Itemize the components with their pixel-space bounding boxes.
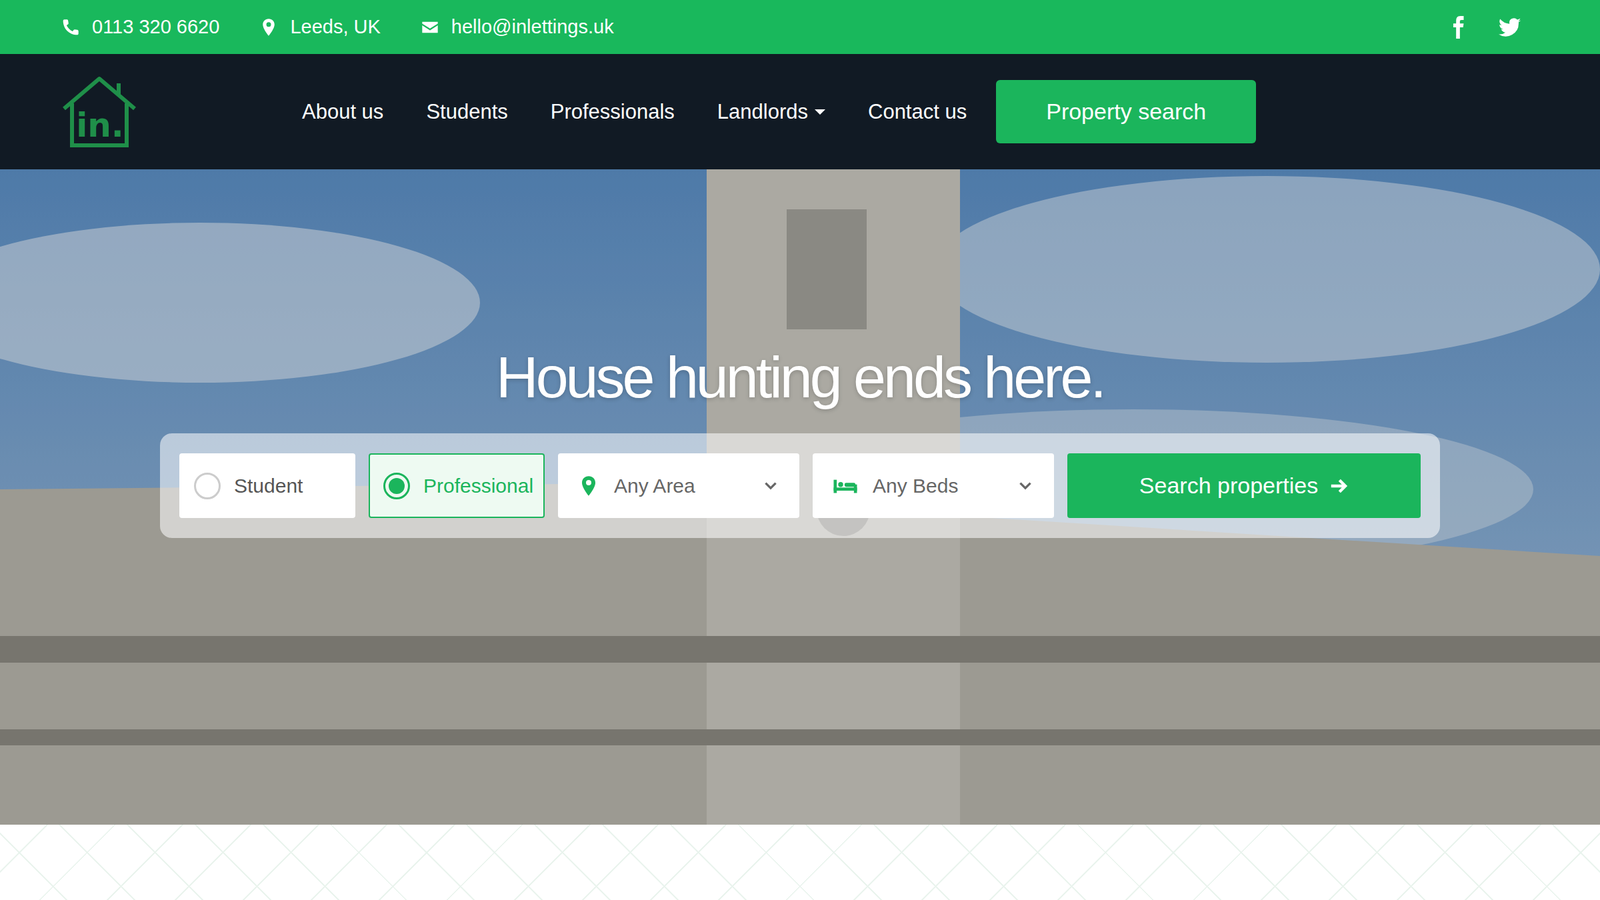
- contact-item[interactable]: 0113 320 6620: [61, 16, 220, 38]
- search-panel: Student Professional Any Area Any Beds Searc…: [160, 433, 1440, 538]
- contact-text: 0113 320 6620: [92, 16, 220, 38]
- area-select[interactable]: Any Area: [558, 453, 800, 518]
- page: 0113 320 6620 Leeds, UK hello@inlettings.u…: [0, 0, 1600, 900]
- location-pin-icon: [259, 18, 278, 37]
- hero: House hunting ends here. Student Professio…: [0, 169, 1600, 825]
- phone-icon: [61, 18, 80, 37]
- property-search-button[interactable]: Property search: [996, 80, 1256, 144]
- nav-bar: in. About us Students Professionals Landlord…: [0, 54, 1600, 170]
- chevron-down-icon: [762, 477, 780, 495]
- search-button-label: Search properties: [1139, 472, 1318, 499]
- search-properties-button[interactable]: Search properties: [1067, 453, 1421, 518]
- beds-value: Any Beds: [872, 474, 1002, 498]
- nav-link[interactable]: Contact us: [868, 100, 967, 124]
- radio-circle: [383, 472, 410, 500]
- bed-icon: [832, 476, 858, 496]
- social-links: [1446, 16, 1522, 39]
- tenant-type-radio[interactable]: Professional: [368, 453, 545, 518]
- svg-text:in.: in.: [76, 106, 124, 145]
- nav-link[interactable]: Students: [426, 100, 508, 124]
- envelope-icon: [420, 18, 440, 37]
- contact-list: 0113 320 6620 Leeds, UK hello@inlettings.u…: [61, 16, 614, 38]
- area-value: Any Area: [614, 474, 748, 498]
- pattern-section: [0, 824, 1600, 900]
- radio-dot: [388, 478, 405, 494]
- radio-label: Professional: [423, 474, 534, 498]
- nav-link[interactable]: Professionals: [550, 100, 675, 124]
- arrow-right-icon: [1328, 476, 1349, 496]
- house-logo-icon: in.: [61, 75, 138, 149]
- nav-link-label: Students: [426, 100, 508, 124]
- beds-select[interactable]: Any Beds: [812, 453, 1054, 518]
- nav-link-label: About us: [302, 100, 384, 124]
- dropdown-caret-icon: [814, 109, 826, 115]
- nav-link[interactable]: Landlords: [717, 100, 826, 124]
- twitter-icon[interactable]: [1498, 16, 1522, 39]
- hero-headline: House hunting ends here.: [496, 344, 1104, 411]
- nav-link[interactable]: About us: [302, 100, 384, 124]
- radio-circle: [194, 472, 221, 500]
- radio-label: Student: [234, 474, 303, 498]
- hero-content: House hunting ends here. Student Professio…: [0, 169, 1600, 538]
- main-nav: About us Students Professionals Landlords Co…: [302, 100, 967, 124]
- nav-link-label: Landlords: [717, 100, 808, 124]
- contact-text: hello@inlettings.uk: [451, 16, 614, 38]
- contact-text: Leeds, UK: [290, 16, 380, 38]
- tenant-type-radio[interactable]: Student: [179, 453, 356, 518]
- chevron-down-icon: [1016, 477, 1034, 495]
- logo[interactable]: in.: [61, 75, 138, 149]
- location-pin-icon: [578, 475, 600, 497]
- contact-item[interactable]: hello@inlettings.uk: [420, 16, 614, 38]
- facebook-icon[interactable]: [1446, 16, 1470, 39]
- contact-item[interactable]: Leeds, UK: [259, 16, 380, 38]
- nav-link-label: Professionals: [550, 100, 675, 124]
- top-bar: 0113 320 6620 Leeds, UK hello@inlettings.u…: [0, 0, 1600, 54]
- nav-link-label: Contact us: [868, 100, 967, 124]
